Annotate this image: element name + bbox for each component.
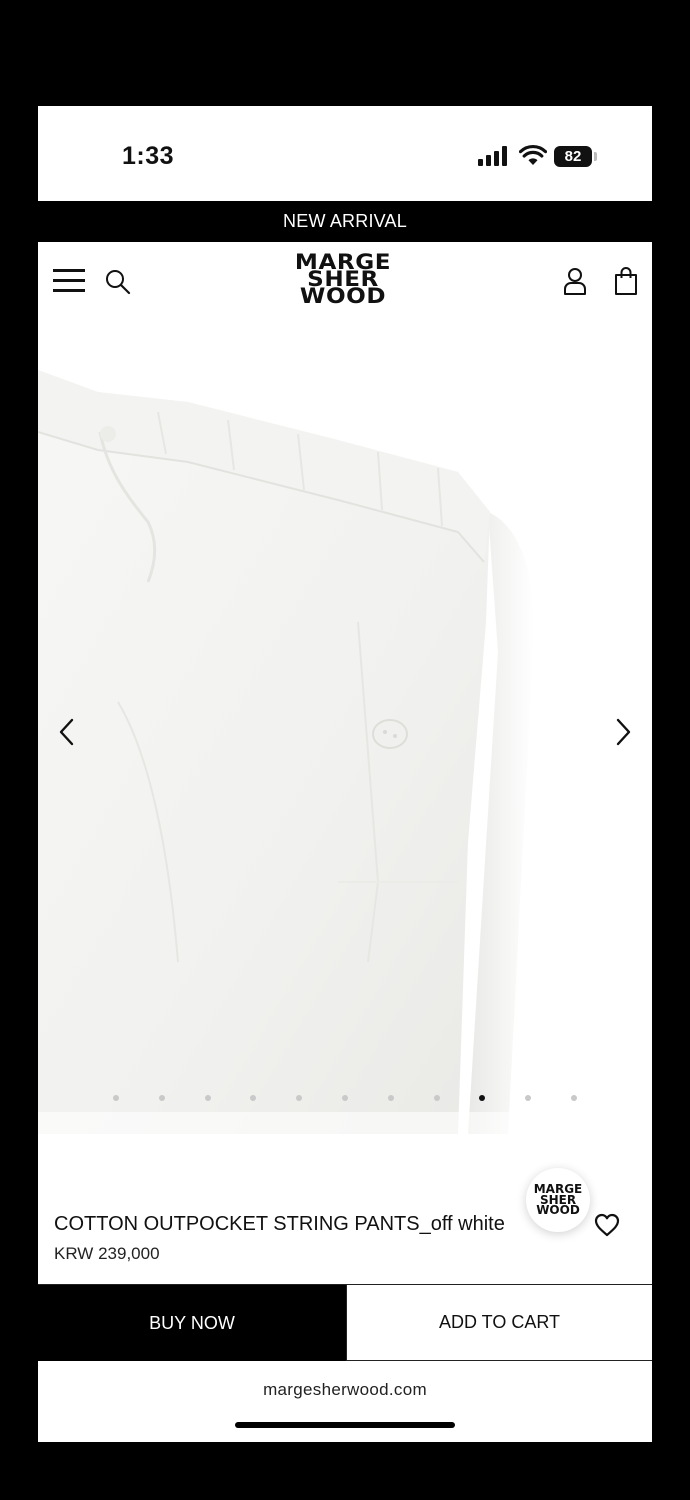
slide-dot[interactable] <box>387 1095 394 1101</box>
chevron-right-icon[interactable] <box>608 712 638 752</box>
search-icon[interactable] <box>104 268 132 296</box>
slide-dot[interactable] <box>433 1095 440 1101</box>
site-header: MARGE SHER WOOD <box>38 242 652 322</box>
menu-icon[interactable] <box>53 269 85 293</box>
buy-now-button[interactable]: BUY NOW <box>38 1285 346 1361</box>
product-image <box>38 322 652 1134</box>
slide-dot[interactable] <box>571 1095 577 1101</box>
brand-logo[interactable]: MARGE SHER WOOD <box>268 252 418 307</box>
battery-icon: 82 <box>554 146 592 167</box>
cart-icon[interactable] <box>613 266 639 296</box>
heart-icon[interactable] <box>594 1212 620 1238</box>
product-price: KRW 239,000 <box>54 1244 160 1263</box>
slide-dot[interactable] <box>113 1095 119 1101</box>
slide-indicator <box>38 1092 652 1104</box>
status-time: 1:33 <box>122 142 175 170</box>
add-to-cart-button[interactable]: ADD TO CART <box>346 1285 652 1361</box>
home-indicator[interactable] <box>235 1422 455 1428</box>
brand-badge[interactable]: MARGE SHER WOOD <box>526 1168 590 1232</box>
slide-dot[interactable] <box>250 1095 257 1101</box>
battery-tip <box>594 152 597 161</box>
logo-line: WOOD <box>299 284 387 308</box>
purchase-actions: BUY NOW ADD TO CART <box>38 1284 652 1362</box>
slide-dot[interactable] <box>525 1095 532 1101</box>
slide-dot[interactable] <box>296 1095 303 1101</box>
account-icon[interactable] <box>562 266 588 296</box>
announcement-bar[interactable]: NEW ARRIVAL <box>38 201 652 242</box>
badge-line: WOOD <box>536 1203 580 1217</box>
wifi-icon <box>519 144 547 165</box>
phone-screen: 1:33 82 NEW ARRIVAL MARGE SHER WOOD COTT… <box>38 106 652 1442</box>
product-gallery[interactable] <box>38 322 652 1134</box>
product-name: COTTON OUTPOCKET STRING PANTS_off white <box>54 1213 505 1235</box>
url-text[interactable]: margesherwood.com <box>38 1380 652 1400</box>
slide-dot[interactable] <box>479 1095 486 1101</box>
browser-url-bar[interactable]: margesherwood.com <box>38 1362 652 1442</box>
status-bar: 1:33 82 <box>38 106 652 201</box>
signal-icon <box>478 146 508 166</box>
slide-dot[interactable] <box>204 1095 211 1101</box>
slide-dot[interactable] <box>342 1095 348 1101</box>
slide-dot[interactable] <box>158 1095 165 1101</box>
chevron-left-icon[interactable] <box>52 712 82 752</box>
